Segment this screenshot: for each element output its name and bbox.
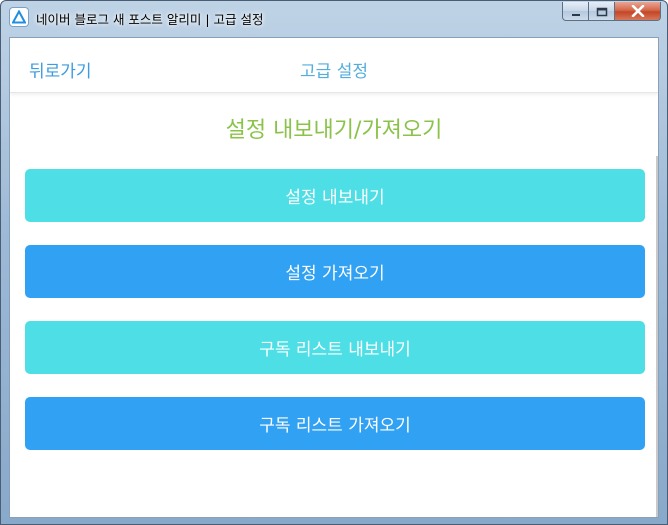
minimize-button[interactable] [562, 2, 589, 21]
window-title: 네이버 블로그 새 포스트 알리미 | 고급 설정 [36, 12, 264, 27]
close-button[interactable] [615, 2, 661, 21]
scrollbar[interactable] [656, 156, 658, 517]
export-settings-button[interactable]: 설정 내보내기 [25, 169, 645, 222]
import-settings-button[interactable]: 설정 가져오기 [25, 245, 645, 298]
maximize-icon [596, 2, 608, 21]
maximize-button[interactable] [589, 2, 615, 21]
nav-bar: 뒤로가기 고급 설정 [10, 38, 658, 93]
app-logo-icon [10, 8, 28, 26]
close-icon [631, 2, 645, 21]
app-window: 네이버 블로그 새 포스트 알리미 | 고급 설정 뒤로가기 고급 설정 설정 … [0, 0, 668, 525]
export-subscription-list-button[interactable]: 구독 리스트 내보내기 [25, 321, 645, 374]
section-heading: 설정 내보내기/가져오기 [225, 118, 443, 143]
page-title: 고급 설정 [300, 62, 368, 82]
import-subscription-list-button[interactable]: 구독 리스트 가져오기 [25, 397, 645, 450]
minimize-icon [571, 2, 581, 21]
title-bar[interactable]: 네이버 블로그 새 포스트 알리미 | 고급 설정 [1, 1, 667, 37]
window-content: 뒤로가기 고급 설정 설정 내보내기/가져오기 설정 내보내기 설정 가져오기 … [9, 37, 659, 518]
caption-buttons [562, 2, 661, 22]
